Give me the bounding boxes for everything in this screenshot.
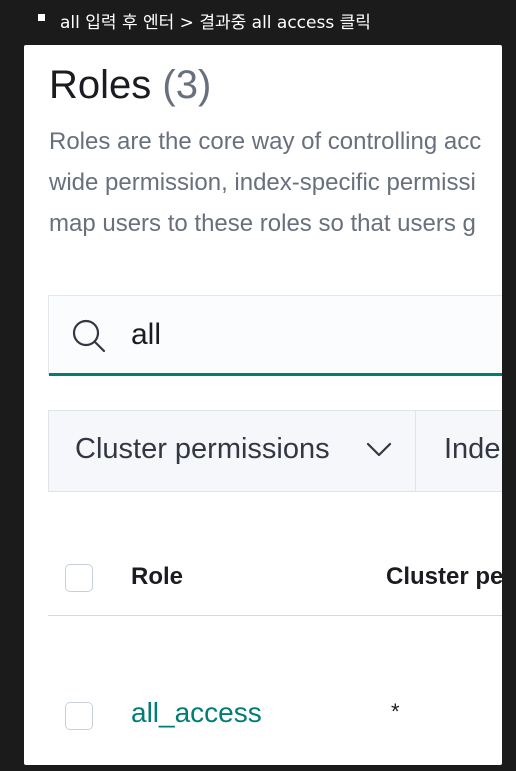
- search-icon: [72, 319, 106, 353]
- description-line-1: Roles are the core way of controlling ac…: [49, 128, 482, 155]
- filter-bar: Cluster permissions Inde: [48, 410, 502, 492]
- page-title-text: Roles: [49, 63, 152, 107]
- roles-table: Role Cluster pe all_access *: [48, 545, 502, 765]
- instruction-note: all 입력 후 엔터 > 결과중 all access 클릭: [0, 0, 516, 44]
- select-all-checkbox[interactable]: [65, 564, 93, 592]
- instruction-text: all 입력 후 엔터 > 결과중 all access 클릭: [60, 13, 371, 33]
- column-header-cluster-permissions[interactable]: Cluster pe: [386, 563, 502, 591]
- page-title: Roles (3): [49, 63, 211, 108]
- page-description: Roles are the core way of controlling ac…: [49, 121, 502, 244]
- index-permissions-filter-label: Inde: [444, 433, 501, 465]
- search-box[interactable]: [48, 295, 502, 376]
- chevron-down-icon: [366, 442, 392, 457]
- role-link-all-access[interactable]: all_access: [131, 697, 262, 729]
- row-checkbox[interactable]: [65, 702, 93, 730]
- table-header: Role Cluster pe: [48, 545, 502, 616]
- bullet-icon: [38, 14, 45, 21]
- table-row: all_access *: [48, 685, 502, 755]
- index-permissions-filter[interactable]: Inde: [416, 411, 502, 491]
- description-line-3: map users to these roles so that users g: [49, 210, 476, 237]
- cluster-permissions-filter[interactable]: Cluster permissions: [49, 411, 416, 491]
- search-input[interactable]: [131, 314, 502, 356]
- cluster-permissions-filter-label: Cluster permissions: [75, 433, 330, 465]
- roles-count: (3): [162, 63, 212, 107]
- cluster-permissions-cell: *: [391, 699, 400, 724]
- roles-panel: Roles (3) Roles are the core way of cont…: [24, 45, 502, 765]
- column-header-role[interactable]: Role: [131, 563, 183, 591]
- description-line-2: wide permission, index-specific permissi: [49, 169, 476, 196]
